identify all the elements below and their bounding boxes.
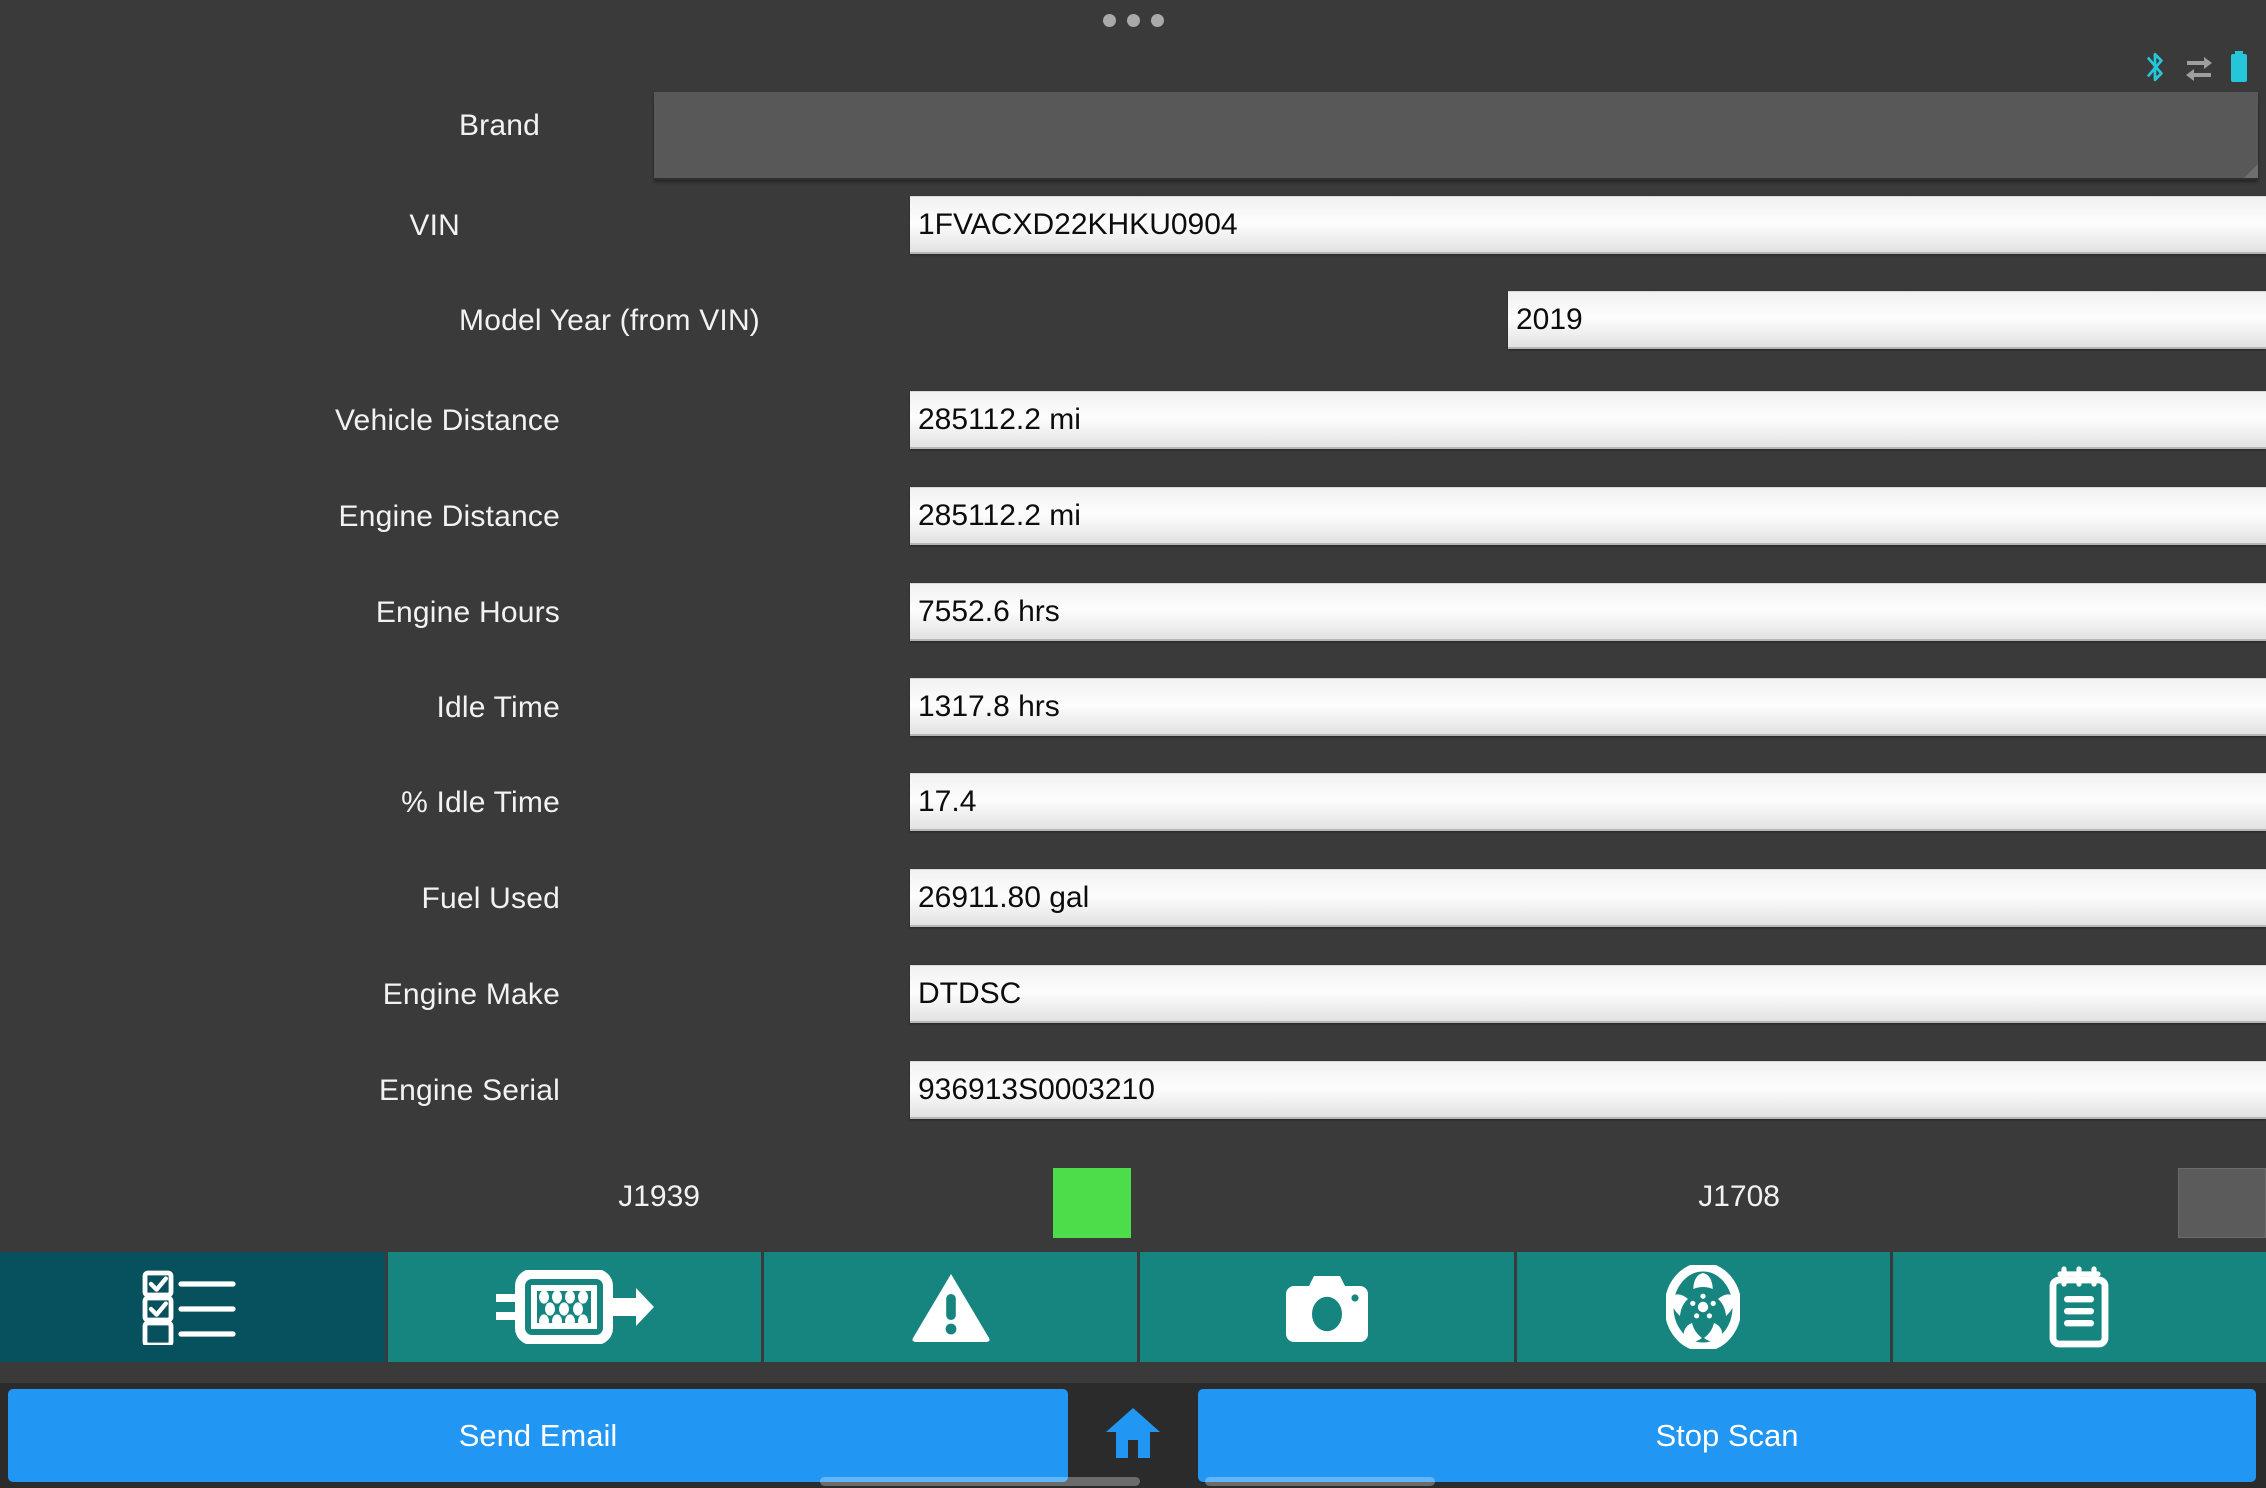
send-email-button[interactable]: Send Email <box>8 1389 1068 1482</box>
model-year-input[interactable]: 2019 <box>1508 291 2266 349</box>
form-row-idle-time: Idle Time 1317.8 hrs <box>0 660 2266 756</box>
nav-hint-bar-right <box>1205 1476 1435 1486</box>
brand-spinner[interactable] <box>654 92 2258 180</box>
engine-distance-input[interactable]: 285112.2 mi <box>910 487 2266 545</box>
bottom-action-bar: Send Email Stop Scan <box>0 1383 2266 1488</box>
form-row-engine-distance: Engine Distance 285112.2 mi <box>0 469 2266 565</box>
label-engine-hours: Engine Hours <box>375 596 560 629</box>
form-row-percent-idle-time: % Idle Time 17.4 <box>0 755 2266 851</box>
tab-notepad[interactable] <box>1892 1252 2266 1362</box>
form-row-vin: VIN 1FVACXD22KHKU0904 <box>0 178 2266 274</box>
protocol-status-row: J1939 J1708 <box>0 1152 2266 1242</box>
form-row-engine-hours: Engine Hours 7552.6 hrs <box>0 565 2266 661</box>
handle-dot <box>1150 14 1164 27</box>
vehicle-distance-input[interactable]: 285112.2 mi <box>910 391 2266 449</box>
engine-hours-input[interactable]: 7552.6 hrs <box>910 583 2266 641</box>
engine-make-input[interactable]: DTDSC <box>910 965 2266 1023</box>
handle-dot <box>1126 14 1140 27</box>
handle-dot <box>1102 14 1116 27</box>
app-window: Brand VIN 1FVACXD22KHKU0904 Model Year (… <box>0 0 2266 1488</box>
form-row-engine-make: Engine Make DTDSC <box>0 947 2266 1043</box>
bottom-tab-bar <box>0 1252 2266 1362</box>
label-brand: Brand <box>458 109 540 142</box>
j1939-status-indicator <box>1053 1168 1131 1238</box>
tab-wheel[interactable] <box>1516 1252 1890 1362</box>
form-row-fuel-used: Fuel Used 26911.80 gal <box>0 851 2266 947</box>
ecu-connector-icon <box>492 1270 658 1344</box>
label-engine-make: Engine Make <box>382 978 560 1011</box>
home-button[interactable] <box>1068 1383 1198 1488</box>
tab-warnings[interactable] <box>764 1252 1138 1362</box>
form-row-brand: Brand <box>0 78 2266 180</box>
form-row-engine-serial: Engine Serial 936913S0003210 <box>0 1043 2266 1139</box>
form-row-model-year: Model Year (from VIN) 2019 <box>0 273 2266 369</box>
label-engine-distance: Engine Distance <box>338 500 560 533</box>
form-row-vehicle-distance: Vehicle Distance 285112.2 mi <box>0 373 2266 469</box>
camera-icon <box>1286 1272 1368 1342</box>
wheel-icon <box>1666 1265 1741 1349</box>
window-drag-handle[interactable] <box>0 14 2266 27</box>
vin-input[interactable]: 1FVACXD22KHKU0904 <box>910 196 2266 254</box>
label-idle-time: Idle Time <box>436 691 560 724</box>
j1708-status-indicator <box>2178 1168 2266 1238</box>
home-icon <box>1104 1406 1162 1465</box>
stop-scan-button[interactable]: Stop Scan <box>1198 1389 2256 1482</box>
label-fuel-used: Fuel Used <box>421 882 560 915</box>
checklist-icon <box>141 1269 245 1345</box>
label-percent-idle-time: % Idle Time <box>401 786 560 819</box>
tab-checklist[interactable] <box>0 1252 385 1362</box>
label-vin: VIN <box>409 209 460 242</box>
percent-idle-time-input[interactable]: 17.4 <box>910 773 2266 831</box>
engine-serial-input[interactable]: 936913S0003210 <box>910 1061 2266 1119</box>
label-j1708: J1708 <box>1698 1180 1780 1213</box>
label-vehicle-distance: Vehicle Distance <box>335 404 560 437</box>
tab-camera[interactable] <box>1140 1252 1514 1362</box>
system-nav-hint <box>0 1474 2266 1488</box>
idle-time-input[interactable]: 1317.8 hrs <box>910 678 2266 736</box>
fuel-used-input[interactable]: 26911.80 gal <box>910 869 2266 927</box>
nav-hint-bar-left <box>820 1476 1140 1486</box>
label-j1939: J1939 <box>618 1180 700 1213</box>
label-model-year: Model Year (from VIN) <box>459 304 760 337</box>
warning-triangle-icon <box>909 1270 993 1344</box>
notepad-icon <box>2046 1266 2112 1348</box>
tab-ecu-connector[interactable] <box>388 1252 762 1362</box>
label-engine-serial: Engine Serial <box>378 1074 560 1107</box>
